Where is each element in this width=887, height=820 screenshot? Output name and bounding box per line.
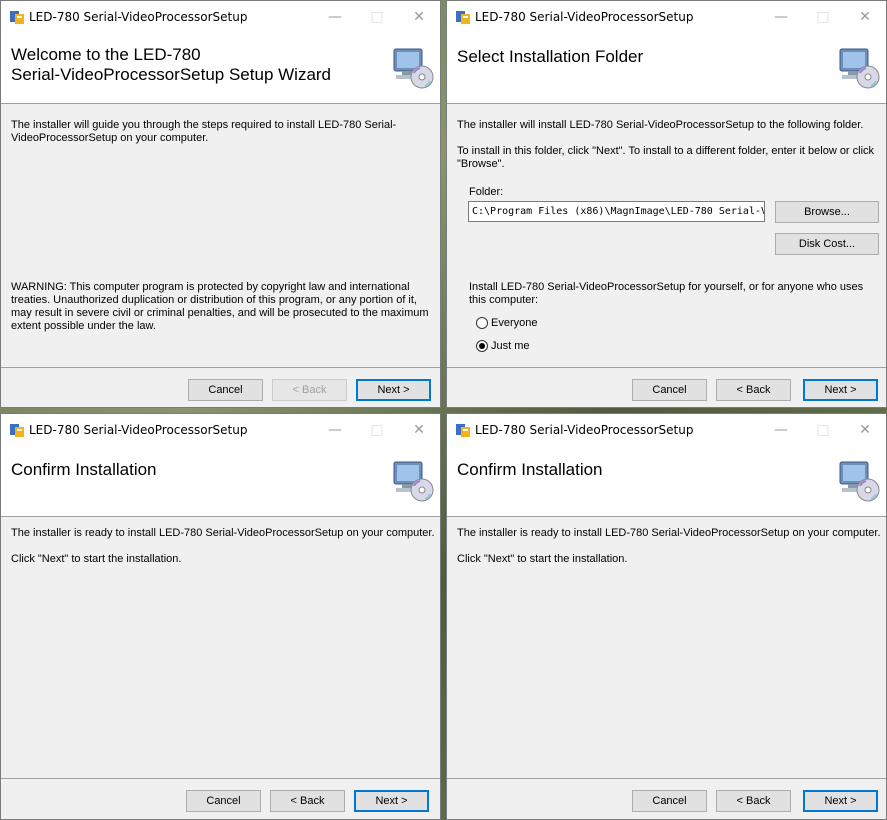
window-title: LED-780 Serial-VideoProcessorSetup	[475, 423, 694, 437]
maximize-icon[interactable]: □	[808, 418, 838, 442]
ready-text: The installer is ready to install LED-78…	[457, 527, 881, 539]
confirm-window-left: LED-780 Serial-VideoProcessorSetup — □ ✕…	[0, 413, 441, 820]
install-for-text: Install LED-780 Serial-VideoProcessorSet…	[469, 281, 864, 306]
maximize-icon[interactable]: □	[808, 5, 838, 29]
header-banner: Welcome to the LED-780 Serial-VideoProce…	[1, 33, 440, 104]
warning-text: WARNING: This computer program is protec…	[11, 281, 429, 332]
page-title: Select Installation Folder	[457, 47, 644, 66]
footer-divider	[447, 367, 886, 368]
minimize-icon[interactable]: —	[766, 5, 796, 29]
maximize-icon[interactable]: □	[362, 418, 392, 442]
title-bar[interactable]: LED-780 Serial-VideoProcessorSetup — □ ✕	[1, 414, 440, 446]
next-button[interactable]: Next >	[354, 790, 429, 812]
computer-cd-icon	[839, 48, 880, 89]
title-bar[interactable]: LED-780 Serial-VideoProcessorSetup — □ ✕	[1, 1, 440, 33]
radio-selected-dot	[479, 343, 485, 349]
computer-cd-icon	[393, 461, 434, 502]
cancel-button[interactable]: Cancel	[632, 379, 707, 401]
page-title: Confirm Installation	[457, 460, 603, 479]
header-banner: Confirm Installation	[447, 446, 886, 517]
footer-divider	[1, 367, 440, 368]
disk-cost-button[interactable]: Disk Cost...	[775, 233, 879, 255]
header-banner: Select Installation Folder	[447, 33, 886, 104]
intro-text: The installer will guide you through the…	[11, 119, 397, 144]
next-button[interactable]: Next >	[803, 379, 878, 401]
cancel-button[interactable]: Cancel	[186, 790, 261, 812]
footer-divider	[1, 778, 440, 779]
close-icon[interactable]: ✕	[850, 5, 880, 29]
folder-window: LED-780 Serial-VideoProcessorSetup — □ ✕…	[446, 0, 887, 408]
back-button[interactable]: < Back	[716, 379, 791, 401]
close-icon[interactable]: ✕	[404, 5, 434, 29]
folder-instructions: To install in this folder, click "Next".…	[457, 145, 875, 170]
cancel-button[interactable]: Cancel	[632, 790, 707, 812]
cancel-button[interactable]: Cancel	[188, 379, 263, 401]
just-me-radio[interactable]	[476, 340, 488, 352]
installer-app-icon	[10, 424, 24, 437]
just-me-label[interactable]: Just me	[491, 340, 530, 352]
window-title: LED-780 Serial-VideoProcessorSetup	[475, 10, 694, 24]
minimize-icon[interactable]: —	[766, 418, 796, 442]
installer-app-icon	[10, 11, 24, 24]
ready-text: The installer is ready to install LED-78…	[11, 527, 435, 539]
header-banner: Confirm Installation	[1, 446, 440, 517]
title-bar[interactable]: LED-780 Serial-VideoProcessorSetup — □ ✕	[447, 414, 886, 446]
minimize-icon[interactable]: —	[320, 5, 350, 29]
click-next-text: Click "Next" to start the installation.	[457, 553, 628, 565]
page-title: Welcome to the LED-780 Serial-VideoProce…	[11, 45, 332, 84]
click-next-text: Click "Next" to start the installation.	[11, 553, 182, 565]
computer-cd-icon	[839, 461, 880, 502]
folder-label: Folder:	[469, 186, 504, 198]
close-icon[interactable]: ✕	[404, 418, 434, 442]
back-button[interactable]: < Back	[716, 790, 791, 812]
computer-cd-icon	[393, 48, 434, 89]
folder-description: The installer will install LED-780 Seria…	[457, 119, 864, 131]
page-title: Confirm Installation	[11, 460, 157, 479]
everyone-label[interactable]: Everyone	[491, 317, 537, 329]
minimize-icon[interactable]: —	[320, 418, 350, 442]
next-button[interactable]: Next >	[803, 790, 878, 812]
back-button[interactable]: < Back	[272, 379, 347, 401]
folder-path-input[interactable]: C:\Program Files (x86)\MagnImage\LED-780…	[468, 201, 765, 222]
installer-app-icon	[456, 11, 470, 24]
installer-app-icon	[456, 424, 470, 437]
title-bar[interactable]: LED-780 Serial-VideoProcessorSetup — □ ✕	[447, 1, 886, 33]
welcome-window: LED-780 Serial-VideoProcessorSetup — □ ✕…	[0, 0, 441, 408]
back-button[interactable]: < Back	[270, 790, 345, 812]
maximize-icon[interactable]: □	[362, 5, 392, 29]
browse-button[interactable]: Browse...	[775, 201, 879, 223]
footer-divider	[447, 778, 886, 779]
everyone-radio[interactable]	[476, 317, 488, 329]
confirm-window-right: LED-780 Serial-VideoProcessorSetup — □ ✕…	[446, 413, 887, 820]
next-button[interactable]: Next >	[356, 379, 431, 401]
window-title: LED-780 Serial-VideoProcessorSetup	[29, 423, 248, 437]
window-title: LED-780 Serial-VideoProcessorSetup	[29, 10, 248, 24]
close-icon[interactable]: ✕	[850, 418, 880, 442]
